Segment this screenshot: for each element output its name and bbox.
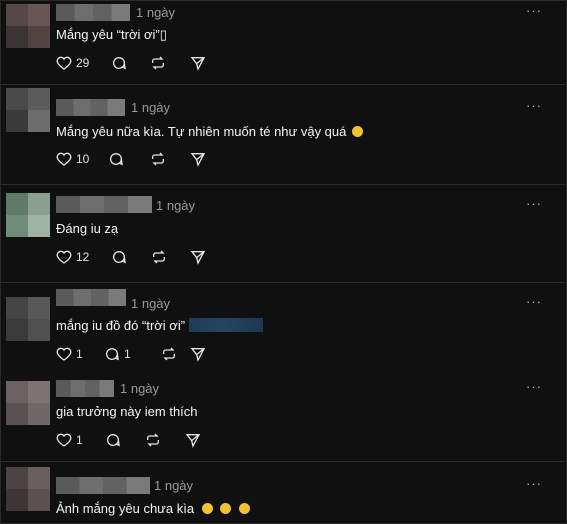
like-count: 12 [76, 250, 90, 264]
repost-button[interactable] [150, 54, 166, 72]
more-options-button[interactable]: ··· [526, 294, 542, 309]
unrendered-glyph: ▯ [159, 27, 167, 42]
more-options-button[interactable]: ··· [526, 476, 542, 491]
mention-redacted[interactable] [188, 318, 263, 332]
post-text: Mắng yêu nữa kìa. Tự nhiên muốn té như v… [56, 124, 363, 139]
post-text: mắng iu đồ đó “trời ơi” [56, 318, 263, 333]
username-redacted[interactable] [56, 4, 130, 21]
like-count: 1 [76, 433, 83, 447]
share-button[interactable] [190, 248, 206, 266]
repost-icon [163, 347, 175, 361]
post-text: gia trưởng này iem thích [56, 404, 198, 419]
more-options-button[interactable]: ··· [526, 379, 542, 394]
like-count: 10 [76, 152, 90, 166]
like-button[interactable]: 1 [56, 431, 83, 449]
post-time: 1 ngày [154, 478, 194, 493]
avatar[interactable] [6, 4, 50, 48]
username-redacted[interactable] [56, 477, 150, 494]
smiling-emoji-icon [238, 503, 250, 514]
username-redacted[interactable] [56, 196, 152, 213]
reply-button[interactable] [111, 248, 127, 266]
comment-icon [113, 251, 126, 264]
like-count: 1 [76, 347, 83, 361]
post-time: 1 ngày [156, 198, 196, 213]
share-button[interactable] [190, 345, 206, 363]
avatar[interactable] [6, 88, 50, 132]
reply-button[interactable]: 1 [104, 345, 131, 363]
post-time: 1 ngày [120, 381, 160, 396]
send-icon [185, 434, 201, 448]
post-text: Đáng iu zạ [56, 221, 119, 236]
reply-button[interactable] [105, 431, 121, 449]
reply-button[interactable] [111, 54, 127, 72]
like-button[interactable]: 10 [56, 150, 89, 168]
post-text: Mắng yêu “trời ơi”▯ [56, 27, 167, 42]
comment-icon [110, 153, 123, 166]
reply-count: 1 [124, 347, 131, 361]
heart-icon [56, 347, 72, 361]
heart-icon [56, 56, 72, 70]
heart-icon [56, 152, 72, 166]
divider [0, 282, 565, 283]
send-icon [190, 57, 206, 71]
smiling-emoji-icon [220, 503, 232, 514]
post-time: 1 ngày [131, 100, 171, 115]
comment-icon [106, 348, 119, 361]
like-button[interactable]: 1 [56, 345, 83, 363]
avatar[interactable] [6, 467, 50, 511]
post-text: Ảnh mắng yêu chưa kìa [56, 501, 250, 516]
avatar[interactable] [6, 193, 50, 237]
username-redacted[interactable] [56, 99, 125, 116]
like-count: 29 [76, 56, 90, 70]
more-options-button[interactable]: ··· [526, 196, 542, 211]
smiling-emoji-icon [201, 503, 213, 514]
send-icon [190, 153, 206, 167]
username-redacted[interactable] [56, 289, 126, 306]
post-time: 1 ngày [131, 296, 171, 311]
divider [0, 184, 565, 185]
like-button[interactable]: 12 [56, 248, 89, 266]
repost-icon [147, 433, 159, 447]
heart-icon [56, 433, 72, 447]
share-button[interactable] [190, 150, 206, 168]
more-options-button[interactable]: ··· [526, 3, 542, 18]
like-button[interactable]: 29 [56, 54, 89, 72]
share-button[interactable] [190, 54, 206, 72]
username-redacted[interactable] [56, 380, 114, 397]
repost-icon [152, 56, 164, 70]
more-options-button[interactable]: ··· [526, 98, 542, 113]
repost-icon [153, 250, 165, 264]
laughing-rolling-emoji-icon [352, 126, 363, 137]
send-icon [190, 251, 206, 265]
divider [0, 461, 565, 462]
comment-icon [113, 57, 126, 70]
share-button[interactable] [185, 431, 201, 449]
heart-icon [56, 250, 72, 264]
comment-icon [107, 434, 120, 447]
post-time: 1 ngày [136, 5, 176, 20]
reply-button[interactable] [108, 150, 124, 168]
repost-button[interactable] [151, 248, 167, 266]
divider [0, 84, 565, 85]
repost-button[interactable] [161, 345, 177, 363]
avatar[interactable] [6, 381, 50, 425]
send-icon [190, 348, 206, 362]
avatar[interactable] [6, 297, 50, 341]
repost-icon [152, 152, 164, 166]
repost-button[interactable] [150, 150, 166, 168]
repost-button[interactable] [145, 431, 161, 449]
